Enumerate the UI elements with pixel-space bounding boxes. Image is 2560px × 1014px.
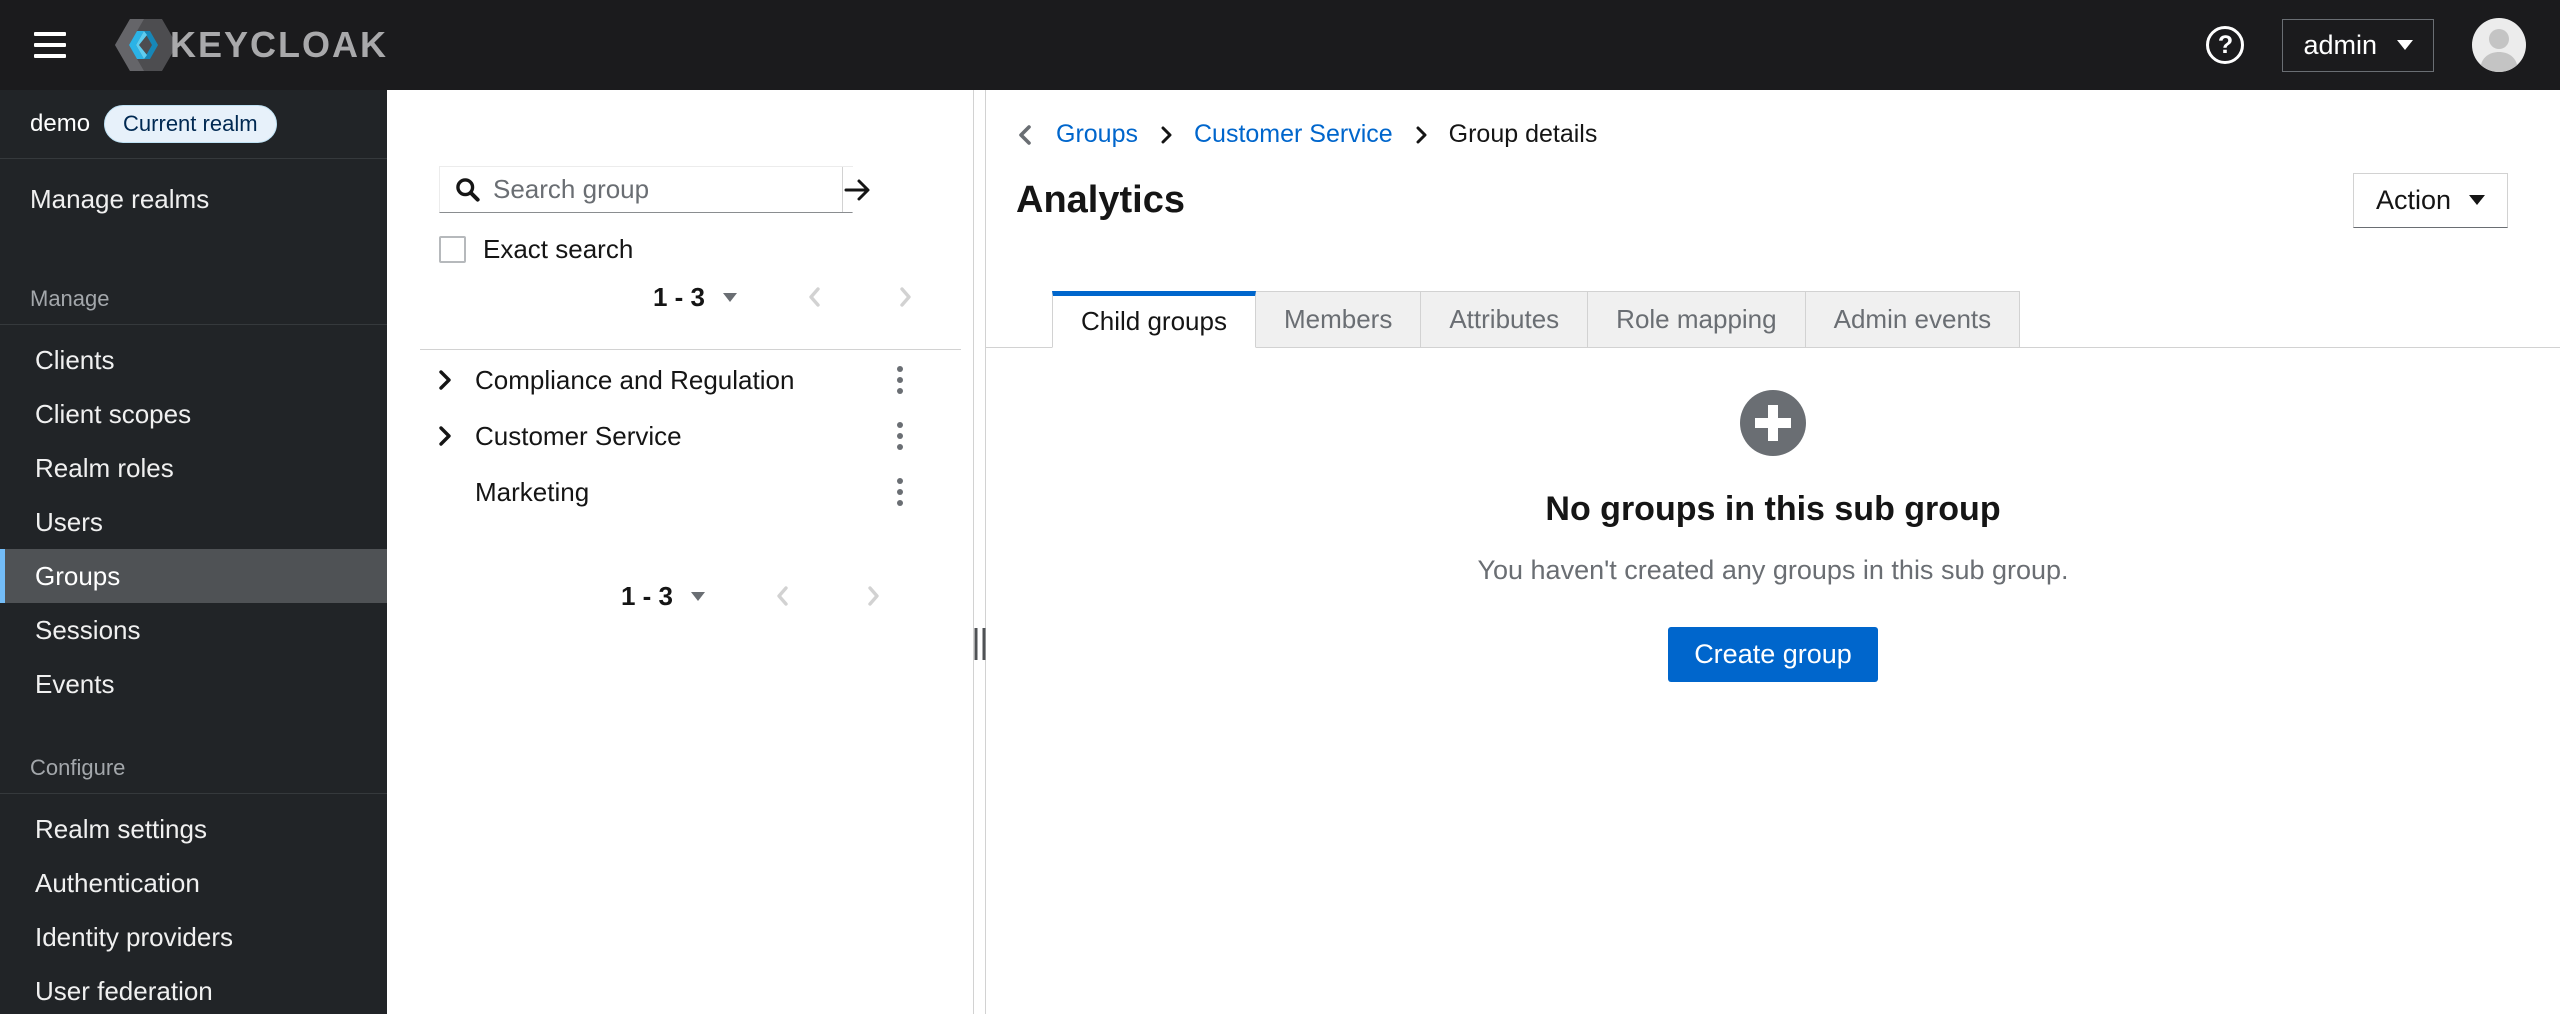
- exact-search-row: Exact search: [439, 234, 973, 265]
- nav-section-title: Manage: [30, 286, 110, 311]
- tab-role-mapping[interactable]: Role mapping: [1588, 291, 1806, 348]
- nav-toggle-hamburger-icon[interactable]: [34, 22, 80, 68]
- username: admin: [2303, 29, 2377, 60]
- nav-section-manage: Manage Clients Client scopes Realm roles Us…: [0, 286, 387, 711]
- tab-child-groups[interactable]: Child groups: [1052, 291, 1256, 348]
- tab-bar-filler: [2020, 291, 2560, 348]
- chevron-down-icon: [2469, 195, 2485, 205]
- chevron-down-icon: [691, 591, 705, 601]
- sidebar-item-user-federation[interactable]: User federation: [0, 964, 387, 1014]
- group-name-link[interactable]: Marketing: [475, 477, 885, 508]
- title-row: Analytics Action: [986, 149, 2560, 228]
- sidebar-item-clients[interactable]: Clients: [0, 333, 387, 387]
- sidebar-item-manage-realms[interactable]: Manage realms: [0, 165, 387, 234]
- chevron-right-icon: [900, 287, 911, 307]
- plus-circle-icon: [1740, 390, 1806, 456]
- expand-chevron-icon[interactable]: [435, 416, 475, 456]
- group-name-link[interactable]: Customer Service: [475, 421, 885, 452]
- tab-bar: Child groups Members Attributes Role mappin…: [986, 291, 2560, 348]
- breadcrumb-separator-chevron-icon: [1416, 126, 1427, 143]
- pagination-top: 1 - 3: [387, 279, 973, 315]
- keycloak-logo[interactable]: KEYCLOAK: [114, 17, 388, 73]
- kebab-menu-icon[interactable]: [885, 358, 915, 402]
- sidebar-item-authentication[interactable]: Authentication: [0, 856, 387, 910]
- breadcrumb-item-groups[interactable]: Groups: [1056, 120, 1138, 149]
- sidebar-item-identity-providers[interactable]: Identity providers: [0, 910, 387, 964]
- chevron-down-icon: [723, 292, 737, 302]
- sidebar-item-realm-roles[interactable]: Realm roles: [0, 441, 387, 495]
- group-details-content: Groups Customer Service Group details Anal…: [986, 90, 2560, 1014]
- search-group-input[interactable]: [493, 174, 828, 205]
- pagination-prev-button[interactable]: [803, 285, 827, 309]
- chevron-left-icon: [809, 287, 820, 307]
- empty-state: No groups in this sub group You haven't …: [986, 390, 2560, 682]
- drag-grip-icon: [974, 628, 985, 660]
- empty-state-description: You haven't created any groups in this s…: [1477, 555, 2069, 585]
- action-label: Action: [2375, 184, 2451, 215]
- group-name-link[interactable]: Compliance and Regulation: [475, 365, 885, 396]
- current-realm-badge: Current realm: [104, 105, 277, 143]
- kebab-menu-icon[interactable]: [885, 470, 915, 514]
- page-title: Analytics: [1016, 178, 1185, 221]
- pagination-bottom: 1 - 3: [387, 578, 973, 614]
- expand-chevron-icon[interactable]: [435, 360, 475, 400]
- keycloak-hexagon-icon: [115, 19, 177, 71]
- breadcrumb-item-customer-service[interactable]: Customer Service: [1194, 120, 1393, 149]
- nav-section-configure: Configure Realm settings Authentication Id…: [0, 755, 387, 1014]
- nav-section-title: Configure: [30, 755, 126, 780]
- breadcrumb-back-chevron-icon[interactable]: [1014, 122, 1036, 148]
- chevron-down-icon: [2397, 40, 2413, 50]
- action-dropdown-button[interactable]: Action: [2352, 172, 2508, 228]
- search-submit-button[interactable]: [842, 167, 873, 212]
- pagination-next-button[interactable]: [861, 584, 885, 608]
- panel-resize-splitter[interactable]: [974, 90, 986, 1014]
- pagination-range: 1 - 3: [652, 281, 705, 312]
- sidebar-item-realm-settings[interactable]: Realm settings: [0, 802, 387, 856]
- divider: [420, 349, 961, 350]
- user-avatar[interactable]: [2472, 18, 2526, 72]
- group-search-bar: [439, 166, 873, 213]
- pagination-range-dropdown[interactable]: 1 - 3: [621, 581, 705, 612]
- masthead: KEYCLOAK ? admin: [0, 0, 2560, 90]
- empty-state-title: No groups in this sub group: [1545, 490, 2001, 528]
- realm-name: demo: [30, 110, 91, 137]
- chevron-right-icon: [868, 586, 879, 606]
- tab-admin-events[interactable]: Admin events: [1805, 291, 2021, 348]
- tab-attributes[interactable]: Attributes: [1421, 291, 1589, 348]
- pagination-range: 1 - 3: [620, 580, 673, 611]
- breadcrumb-item-group-details: Group details: [1448, 120, 1598, 148]
- chevron-left-icon: [777, 586, 788, 606]
- pagination-range-dropdown[interactable]: 1 - 3: [653, 282, 737, 313]
- help-question-circle-icon[interactable]: ?: [2206, 26, 2245, 64]
- realm-switcher[interactable]: demo Current realm: [0, 90, 387, 159]
- create-group-button[interactable]: Create group: [1668, 627, 1878, 682]
- sidebar-item-sessions[interactable]: Sessions: [0, 603, 387, 657]
- groups-tree: Compliance and Regulation Customer Servic…: [387, 352, 973, 520]
- tab-members[interactable]: Members: [1255, 291, 1422, 348]
- breadcrumb-separator-chevron-icon: [1161, 126, 1172, 143]
- group-row-marketing: Marketing: [387, 464, 973, 520]
- pagination-next-button[interactable]: [893, 285, 917, 309]
- arrow-right-icon: [844, 179, 870, 200]
- sidebar-item-users[interactable]: Users: [0, 495, 387, 549]
- person-icon: [2480, 29, 2518, 72]
- pagination-prev-button[interactable]: [771, 584, 795, 608]
- search-icon: [456, 178, 480, 202]
- brand-text: KEYCLOAK: [170, 24, 389, 65]
- sidebar-item-groups[interactable]: Groups: [0, 549, 387, 603]
- user-dropdown[interactable]: admin: [2282, 18, 2434, 72]
- group-row-customer-service: Customer Service: [387, 408, 973, 464]
- group-row-compliance-and-regulation: Compliance and Regulation: [387, 352, 973, 408]
- tab-bar-inset: [986, 291, 1052, 348]
- exact-search-label: Exact search: [483, 234, 634, 264]
- breadcrumb: Groups Customer Service Group details: [986, 90, 2560, 149]
- sidebar-item-client-scopes[interactable]: Client scopes: [0, 387, 387, 441]
- sidebar-item-events[interactable]: Events: [0, 657, 387, 711]
- sidebar-nav: demo Current realm Manage realms Manage …: [0, 90, 387, 1014]
- groups-tree-panel: Exact search 1 - 3 Compliance and Regula…: [387, 90, 974, 1014]
- exact-search-checkbox[interactable]: [439, 236, 466, 263]
- kebab-menu-icon[interactable]: [885, 414, 915, 458]
